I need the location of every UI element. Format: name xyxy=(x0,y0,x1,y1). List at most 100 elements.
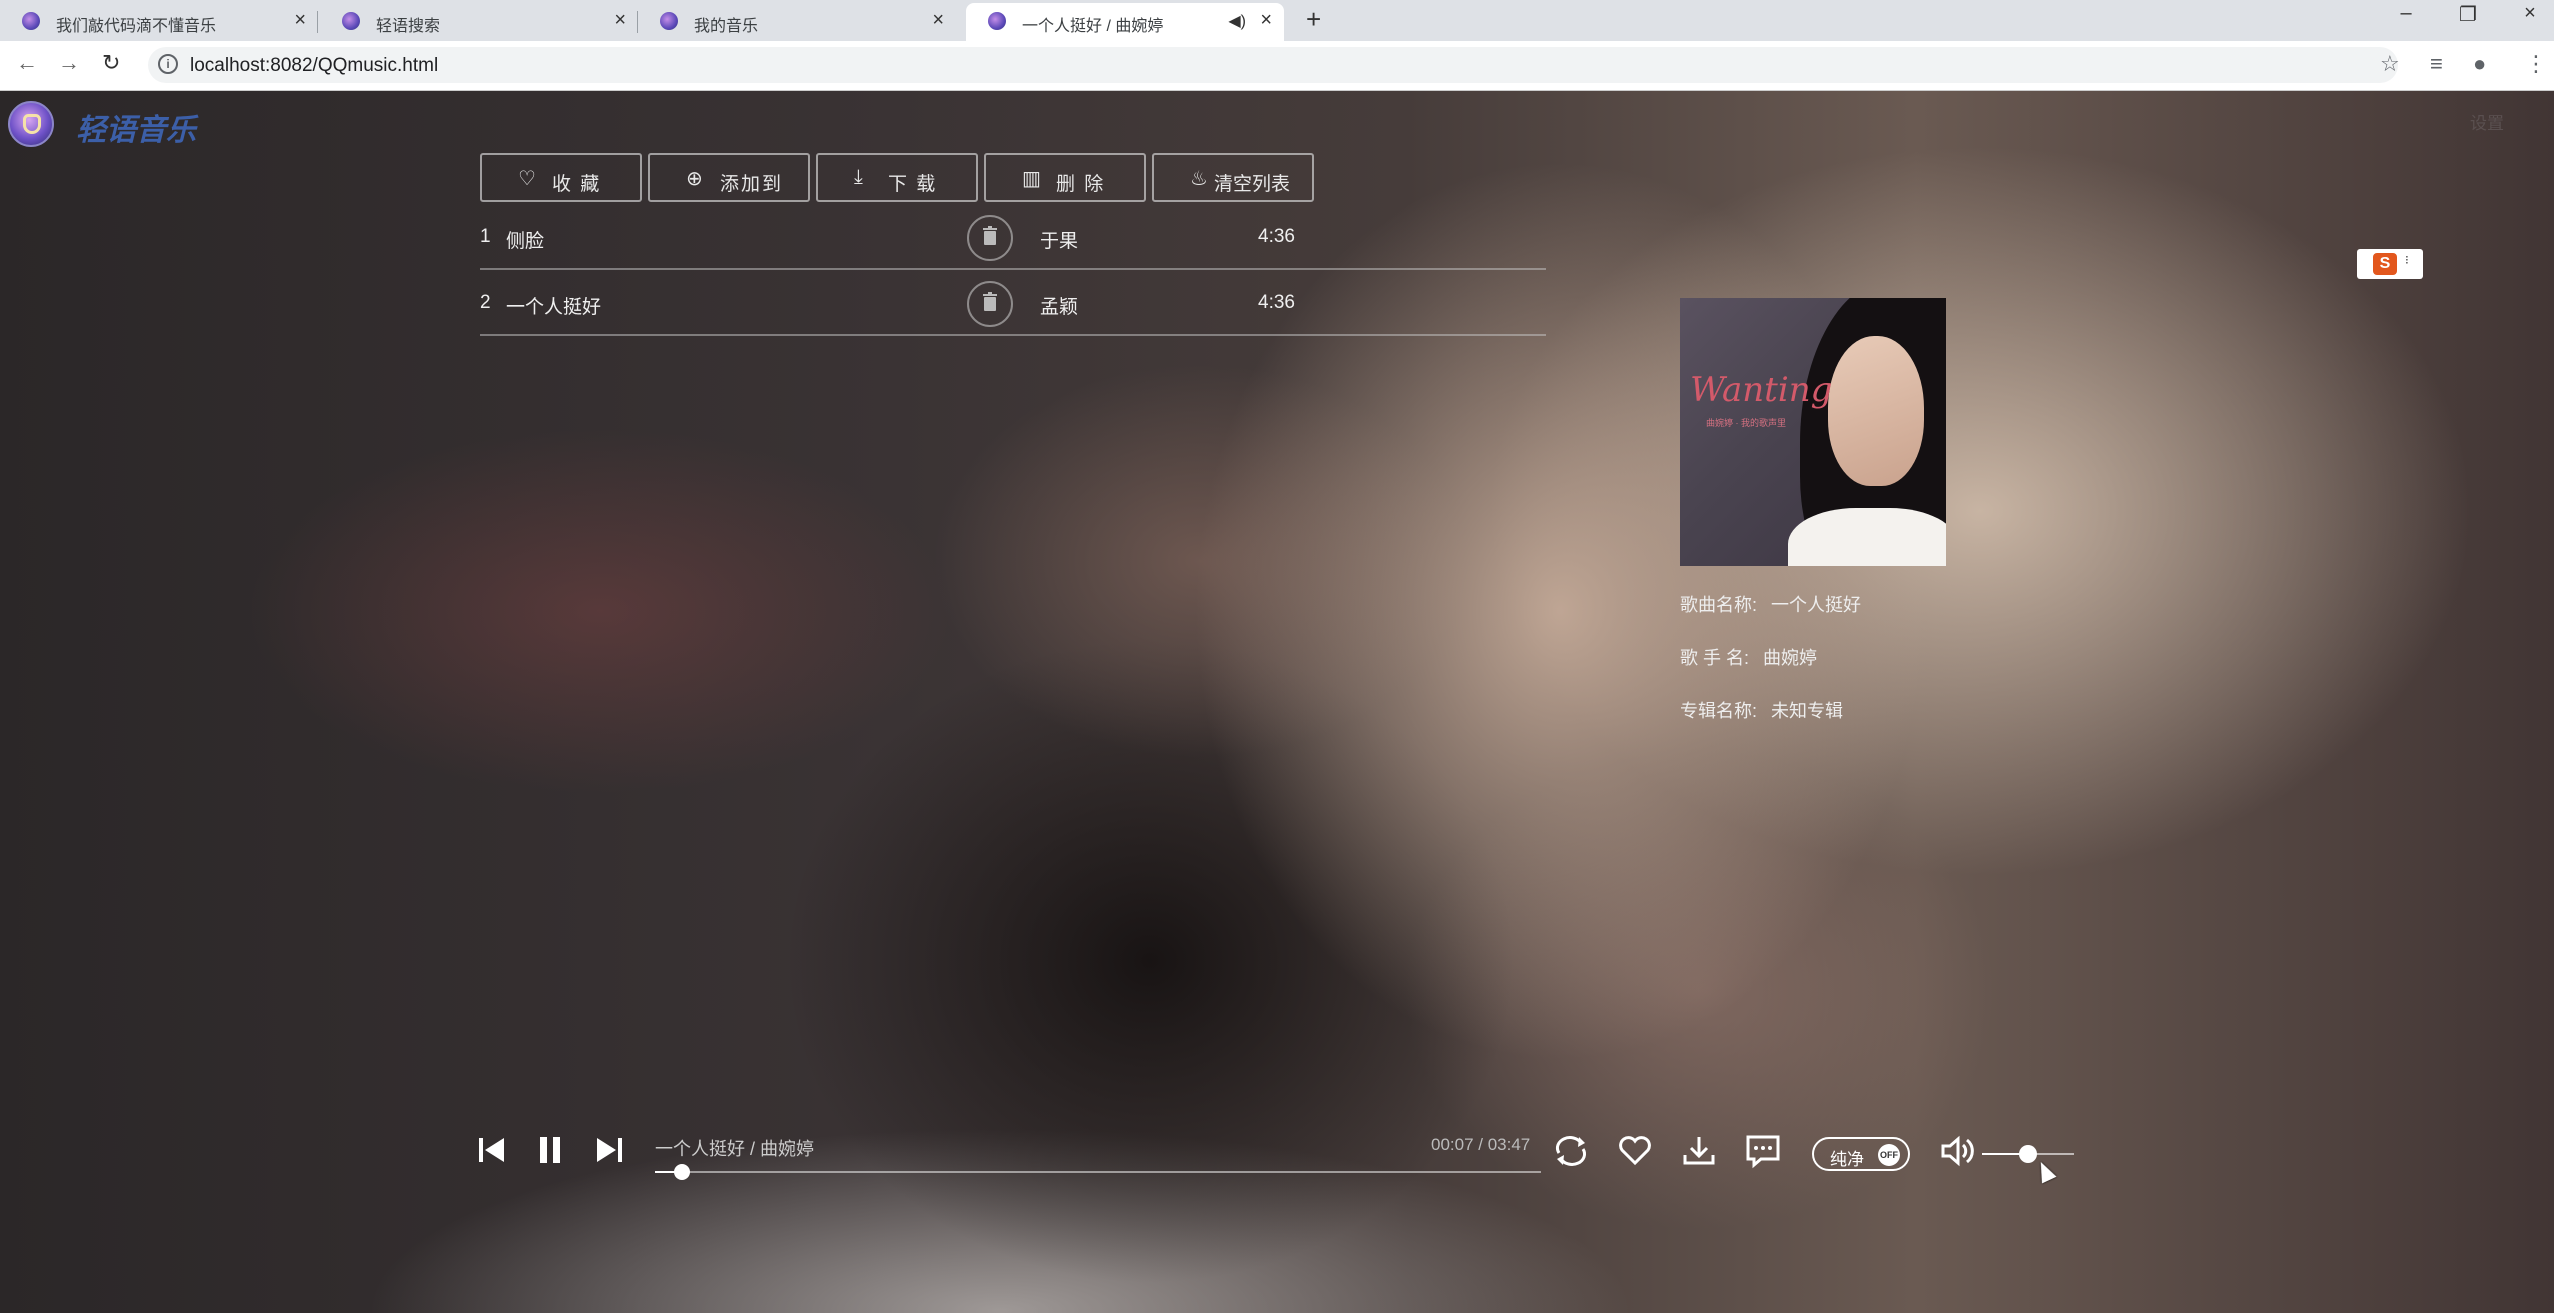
add-circle-icon: ⊕ xyxy=(686,168,703,190)
comment-icon[interactable] xyxy=(1743,1131,1783,1171)
singer-name-label: 歌 手 名: xyxy=(1680,648,1750,668)
next-icon[interactable] xyxy=(594,1135,624,1170)
playlist-row[interactable]: 2 一个人挺好 孟颖 4:36 xyxy=(480,270,1546,336)
settings-link[interactable]: 设置 xyxy=(2470,109,2504,134)
delete-track-button[interactable] xyxy=(967,281,1013,327)
button-label: 删 除 xyxy=(1056,174,1106,195)
previous-icon[interactable] xyxy=(477,1135,507,1170)
window-close-icon[interactable]: × xyxy=(2510,2,2550,25)
delete-track-button[interactable] xyxy=(967,215,1013,261)
close-icon[interactable]: × xyxy=(932,9,944,32)
url-text[interactable]: localhost:8082/QQmusic.html xyxy=(190,55,438,77)
tab-title: 一个人挺好 / 曲婉婷 xyxy=(1022,18,1164,35)
album-name-label: 专辑名称: xyxy=(1680,701,1758,721)
download-button[interactable]: ⤓ 下 载 xyxy=(816,153,978,202)
progress-handle[interactable] xyxy=(674,1164,691,1180)
heart-icon: ♡ xyxy=(518,168,536,190)
trash-icon: ▥ xyxy=(1022,168,1041,190)
track-duration: 4:36 xyxy=(1258,226,1295,247)
close-icon[interactable]: × xyxy=(614,9,626,32)
bookmark-star-icon[interactable]: ☆ xyxy=(2380,51,2400,77)
toggle-off-indicator: OFF xyxy=(1878,1144,1900,1166)
volume-icon[interactable] xyxy=(1938,1131,1978,1171)
delete-button[interactable]: ▥ 删 除 xyxy=(984,153,1146,202)
favicon-icon xyxy=(342,12,360,30)
close-icon[interactable]: × xyxy=(294,9,306,32)
volume-slider[interactable] xyxy=(1982,1145,2074,1163)
logo-icon xyxy=(8,101,54,147)
pause-icon[interactable] xyxy=(535,1135,565,1170)
tab-title: 轻语搜索 xyxy=(376,18,441,35)
song-name-value: 一个人挺好 xyxy=(1771,595,1862,615)
album-cover: Wanting 曲婉婷 · 我的歌声里 xyxy=(1680,298,1946,566)
track-artist: 于果 xyxy=(1040,231,1079,252)
ime-dropdown-icon[interactable]: ⁝ xyxy=(2405,253,2409,267)
song-name-label: 歌曲名称: xyxy=(1680,595,1758,615)
music-app: 轻语音乐 设置 ♡ 收 藏 ⊕ 添加到 ⤓ 下 载 ▥ 删 除 ♨ 清空列表 1… xyxy=(0,91,2554,1313)
track-duration: 4:36 xyxy=(1258,292,1295,313)
button-label: 添加到 xyxy=(720,174,784,195)
menu-icon[interactable]: ⋮ xyxy=(2525,51,2547,77)
tab-title: 我的音乐 xyxy=(694,18,759,35)
cover-subtitle-text: 曲婉婷 · 我的歌声里 xyxy=(1706,418,1786,428)
favicon-icon xyxy=(660,12,678,30)
track-number: 2 xyxy=(480,292,491,313)
close-icon[interactable]: × xyxy=(1260,9,1272,32)
track-number: 1 xyxy=(480,226,491,247)
button-label: 清空列表 xyxy=(1214,174,1291,195)
new-tab-button[interactable]: + xyxy=(1306,4,1321,35)
time-display: 00:07 / 03:47 xyxy=(1431,1135,1531,1154)
volume-handle[interactable] xyxy=(2019,1145,2037,1163)
singer-name-value: 曲婉婷 xyxy=(1763,648,1818,668)
loop-icon[interactable] xyxy=(1551,1131,1591,1171)
album-name-value: 未知专辑 xyxy=(1771,701,1844,721)
song-name-info: 歌曲名称: 一个人挺好 xyxy=(1680,591,1861,617)
forward-icon[interactable]: → xyxy=(58,50,80,76)
tab-title: 我们敲代码滴不懂音乐 xyxy=(56,18,217,35)
favorite-icon[interactable] xyxy=(1615,1131,1655,1171)
favicon-icon xyxy=(22,12,40,30)
button-label: 收 藏 xyxy=(552,174,602,195)
browser-toolbar: ← → ↻ i localhost:8082/QQmusic.html ☆ ≡ … xyxy=(0,41,2554,91)
download-icon[interactable] xyxy=(1679,1131,1719,1171)
brand-name: 轻语音乐 xyxy=(76,113,196,148)
favicon-icon xyxy=(988,12,1006,30)
fire-icon: ♨ xyxy=(1190,168,1208,190)
reload-icon[interactable]: ↻ xyxy=(102,50,120,76)
playlist-row[interactable]: 1 侧脸 于果 4:36 xyxy=(480,204,1546,270)
restore-icon[interactable]: ❐ xyxy=(2448,2,2488,27)
button-label: 下 载 xyxy=(888,174,938,195)
pure-mode-label: 纯净 xyxy=(1830,1150,1864,1169)
tab-active[interactable]: 一个人挺好 / 曲婉婷 ◀) × xyxy=(966,3,1284,41)
track-artist: 孟颖 xyxy=(1040,297,1079,318)
add-to-button[interactable]: ⊕ 添加到 xyxy=(648,153,810,202)
tab-2[interactable]: 轻语搜索 × xyxy=(320,3,638,41)
browser-chrome: 我们敲代码滴不懂音乐 × 轻语搜索 × 我的音乐 × 一个人挺好 / 曲婉婷 ◀… xyxy=(0,0,2554,91)
tab-1[interactable]: 我们敲代码滴不懂音乐 × xyxy=(0,3,318,41)
album-name-info: 专辑名称: 未知专辑 xyxy=(1680,697,1843,723)
ime-toolbar[interactable]: S ⁝ xyxy=(2357,249,2423,279)
singer-name-info: 歌 手 名: 曲婉婷 xyxy=(1680,644,1817,670)
minimize-icon[interactable]: – xyxy=(2386,2,2426,25)
back-icon[interactable]: ← xyxy=(16,50,38,76)
site-info-icon[interactable]: i xyxy=(158,54,178,74)
speaker-icon[interactable]: ◀) xyxy=(1228,11,1246,31)
favorite-button[interactable]: ♡ 收 藏 xyxy=(480,153,642,202)
track-name[interactable]: 一个人挺好 xyxy=(506,292,601,319)
now-playing-text: 一个人挺好 / 曲婉婷 xyxy=(655,1139,815,1159)
pure-mode-toggle[interactable]: 纯净 OFF xyxy=(1812,1137,1910,1171)
tab-strip: 我们敲代码滴不懂音乐 × 轻语搜索 × 我的音乐 × 一个人挺好 / 曲婉婷 ◀… xyxy=(0,0,2554,41)
trash-icon xyxy=(982,226,998,246)
mouse-cursor xyxy=(2033,1158,2057,1184)
cover-title-text: Wanting xyxy=(1690,370,1833,410)
profile-icon[interactable]: ● xyxy=(2473,51,2486,77)
clear-list-button[interactable]: ♨ 清空列表 xyxy=(1152,153,1314,202)
sogou-ime-icon[interactable]: S xyxy=(2373,253,2397,275)
tab-3[interactable]: 我的音乐 × xyxy=(638,3,956,41)
progress-slider[interactable] xyxy=(655,1164,1541,1180)
address-bar[interactable]: i localhost:8082/QQmusic.html xyxy=(148,47,2398,83)
trash-icon xyxy=(982,292,998,312)
track-name[interactable]: 侧脸 xyxy=(506,226,544,253)
tab-separator xyxy=(317,11,318,33)
media-control-icon[interactable]: ≡ xyxy=(2430,51,2443,77)
